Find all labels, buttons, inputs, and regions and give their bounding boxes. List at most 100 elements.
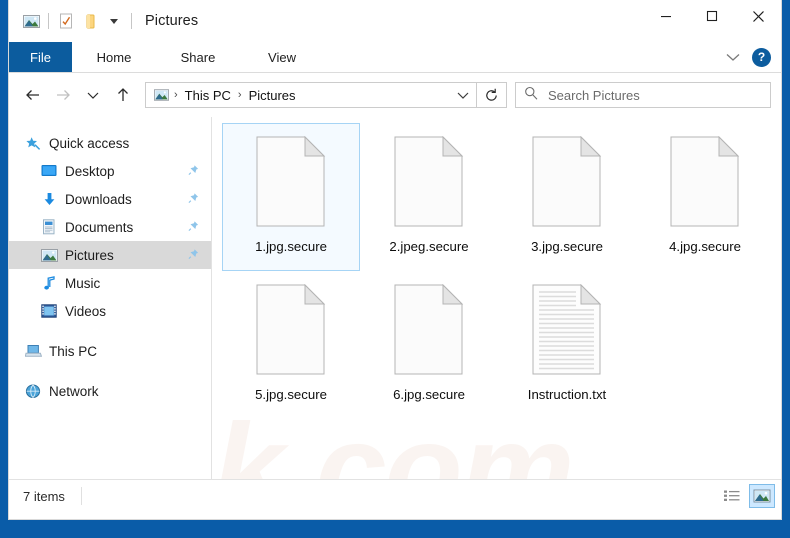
- sidebar-gap-2: [9, 365, 211, 377]
- file-item[interactable]: 5.jpg.secure: [222, 271, 360, 419]
- explorer-window: Pictures File Home Share View ? › This P…: [0, 0, 790, 538]
- text-file-icon: [528, 280, 606, 380]
- status-bar: 7 items: [9, 479, 781, 512]
- refresh-button[interactable]: [477, 82, 507, 108]
- sidebar-label: Pictures: [65, 247, 114, 263]
- navigation-pane: Quick access Desktop Downloads Documents…: [9, 117, 211, 479]
- maximize-button[interactable]: [689, 0, 735, 32]
- blank-file-icon: [390, 132, 468, 232]
- view-mode-buttons: [719, 484, 775, 508]
- music-icon: [39, 274, 59, 292]
- toolbar-divider-1: [48, 13, 49, 29]
- window-client-area: Pictures File Home Share View ? › This P…: [8, 0, 782, 520]
- sidebar-item-documents[interactable]: Documents: [9, 213, 211, 241]
- file-item[interactable]: 3.jpg.secure: [498, 123, 636, 271]
- sidebar-item-quick-access[interactable]: Quick access: [9, 129, 211, 157]
- tab-file[interactable]: File: [9, 42, 72, 72]
- ribbon-right-controls: ?: [722, 42, 775, 72]
- up-button[interactable]: [109, 81, 137, 109]
- desktop-icon: [39, 162, 59, 180]
- large-icons-view-button[interactable]: [749, 484, 775, 508]
- this-pc-icon: [23, 342, 43, 360]
- file-name: 6.jpg.secure: [393, 387, 465, 402]
- search-input[interactable]: Search Pictures: [548, 88, 640, 103]
- close-button[interactable]: [735, 0, 781, 32]
- downloads-icon: [39, 190, 59, 208]
- sidebar-item-downloads[interactable]: Downloads: [9, 185, 211, 213]
- picture-folder-icon[interactable]: [19, 8, 43, 34]
- blank-file-icon: [666, 132, 744, 232]
- sidebar-item-pictures[interactable]: Pictures: [9, 241, 211, 269]
- ribbon-tab-strip: File Home Share View ?: [9, 42, 781, 73]
- details-view-button[interactable]: [719, 484, 745, 508]
- sidebar-item-network[interactable]: Network: [9, 377, 211, 405]
- search-box[interactable]: Search Pictures: [515, 82, 771, 108]
- tab-share[interactable]: Share: [156, 42, 240, 72]
- sidebar-label: Desktop: [65, 163, 115, 179]
- blank-file-icon: [252, 132, 330, 232]
- explorer-body: Quick access Desktop Downloads Documents…: [9, 117, 781, 479]
- tab-home[interactable]: Home: [72, 42, 156, 72]
- tab-view[interactable]: View: [240, 42, 324, 72]
- back-button[interactable]: [19, 81, 47, 109]
- sidebar-gap-1: [9, 325, 211, 337]
- star-pin-icon: [23, 134, 43, 152]
- file-item[interactable]: Instruction.txt: [498, 271, 636, 419]
- breadcrumb-separator-2[interactable]: ›: [234, 89, 246, 101]
- forward-button[interactable]: [49, 81, 77, 109]
- network-icon: [23, 382, 43, 400]
- window-title: Pictures: [145, 13, 199, 29]
- file-item[interactable]: 1.jpg.secure: [222, 123, 360, 271]
- title-bar: Pictures: [9, 0, 781, 42]
- file-name: 1.jpg.secure: [255, 239, 327, 254]
- blank-file-icon: [528, 132, 606, 232]
- documents-icon: [39, 218, 59, 236]
- file-name: 2.jpeg.secure: [389, 239, 469, 254]
- customize-dropdown-icon[interactable]: [102, 8, 126, 34]
- new-folder-icon[interactable]: [78, 8, 102, 34]
- breadcrumb-this-pc[interactable]: This PC: [182, 86, 234, 105]
- navigation-bar: › This PC › Pictures Search Pictures: [9, 73, 781, 117]
- properties-icon[interactable]: [54, 8, 78, 34]
- sidebar-label: Documents: [65, 219, 134, 235]
- sidebar-label: Music: [65, 275, 101, 291]
- file-item[interactable]: 2.jpeg.secure: [360, 123, 498, 271]
- file-list-pane[interactable]: risk.com 1.jpg.secure: [212, 117, 781, 479]
- address-bar[interactable]: › This PC › Pictures: [145, 82, 477, 108]
- pin-icon[interactable]: [188, 192, 199, 207]
- pin-icon[interactable]: [188, 164, 199, 179]
- search-icon: [524, 86, 538, 105]
- recent-locations-button[interactable]: [79, 81, 107, 109]
- pictures-icon: [39, 246, 59, 264]
- sidebar-label: Network: [49, 383, 99, 399]
- sidebar-item-desktop[interactable]: Desktop: [9, 157, 211, 185]
- pin-icon[interactable]: [188, 220, 199, 235]
- address-dropdown-icon[interactable]: [452, 83, 474, 107]
- toolbar-divider-2: [131, 13, 132, 29]
- sidebar-label: Downloads: [65, 191, 132, 207]
- help-button[interactable]: ?: [752, 47, 771, 67]
- sidebar-label: Videos: [65, 303, 107, 319]
- file-item[interactable]: 4.jpg.secure: [636, 123, 774, 271]
- sidebar-item-this-pc[interactable]: This PC: [9, 337, 211, 365]
- sidebar-label: Quick access: [49, 135, 130, 151]
- breadcrumb-separator-1[interactable]: ›: [170, 89, 182, 101]
- quick-access-toolbar: Pictures: [9, 0, 198, 42]
- pin-icon[interactable]: [188, 248, 199, 263]
- chevron-down-icon[interactable]: [722, 46, 744, 68]
- file-name: 5.jpg.secure: [255, 387, 327, 402]
- file-name: 4.jpg.secure: [669, 239, 741, 254]
- sidebar-item-music[interactable]: Music: [9, 269, 211, 297]
- minimize-button[interactable]: [643, 0, 689, 32]
- breadcrumb-pictures[interactable]: Pictures: [246, 86, 299, 105]
- file-item[interactable]: 6.jpg.secure: [360, 271, 498, 419]
- file-grid: 1.jpg.secure 2.jpeg.secure 3.jpg.secure …: [222, 123, 781, 419]
- videos-icon: [39, 302, 59, 320]
- picture-folder-icon: [152, 87, 170, 103]
- item-count: 7 items: [23, 488, 65, 504]
- sidebar-item-videos[interactable]: Videos: [9, 297, 211, 325]
- file-name: Instruction.txt: [527, 387, 607, 402]
- file-name: 3.jpg.secure: [531, 239, 603, 254]
- sidebar-label: This PC: [49, 343, 98, 359]
- window-controls: [643, 0, 781, 32]
